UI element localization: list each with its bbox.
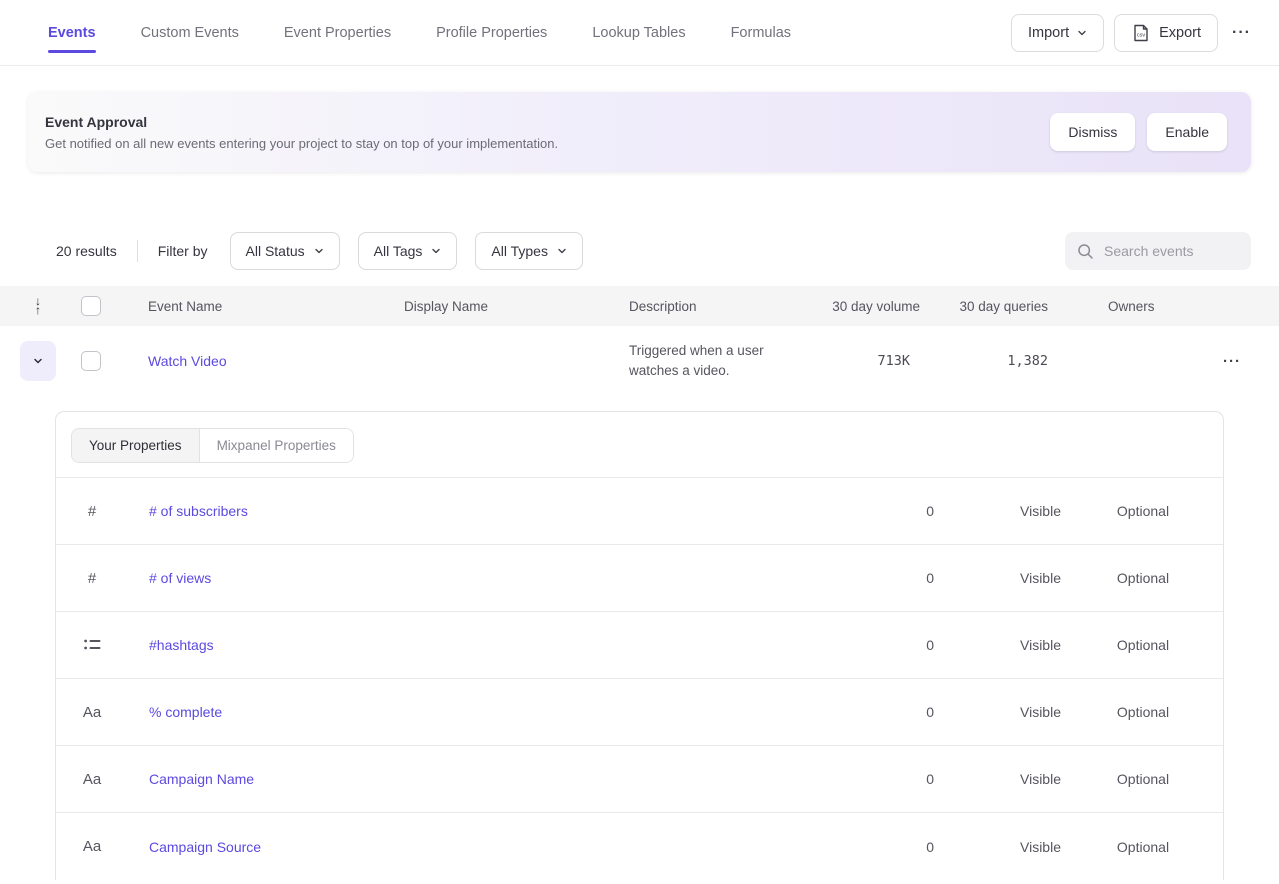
list-type-icon: [84, 638, 101, 653]
import-button-label: Import: [1028, 25, 1069, 41]
tags-filter-label: All Tags: [374, 243, 423, 259]
chevron-down-icon: [314, 246, 324, 256]
property-row: Aa Campaign Source 0 Visible Optional: [56, 813, 1223, 880]
property-visibility: Visible: [953, 637, 1063, 653]
types-filter-dropdown[interactable]: All Types: [475, 232, 583, 270]
event-description: Triggered when a user watches a video.: [629, 341, 797, 381]
property-requirement: Optional: [1063, 503, 1223, 519]
event-30-day-queries: 1,382: [920, 353, 1048, 369]
property-name-link[interactable]: # of views: [128, 570, 853, 586]
property-visibility: Visible: [953, 771, 1063, 787]
events-table-header: ↓↑ Event Name Display Name Description 3…: [0, 286, 1279, 326]
property-volume: 0: [853, 771, 953, 787]
property-visibility: Visible: [953, 503, 1063, 519]
property-row: Aa % complete 0 Visible Optional: [56, 679, 1223, 746]
types-filter-label: All Types: [491, 243, 548, 259]
header-30-day-volume: 30 day volume: [810, 299, 920, 314]
property-visibility: Visible: [953, 839, 1063, 855]
banner-text: Event Approval Get notified on all new e…: [45, 114, 558, 151]
text-type-icon: Aa: [83, 838, 101, 855]
number-type-icon: #: [88, 570, 96, 587]
text-type-icon: Aa: [83, 771, 101, 788]
chevron-down-icon: [1077, 28, 1087, 38]
chevron-down-icon: [557, 246, 567, 256]
tab-lookup-tables[interactable]: Lookup Tables: [592, 0, 685, 65]
svg-text:csv: csv: [1137, 32, 1146, 38]
export-button[interactable]: csv Export: [1114, 14, 1218, 52]
filter-by-label: Filter by: [158, 243, 208, 259]
filter-bar: 20 results Filter by All Status All Tags…: [56, 232, 1251, 270]
property-volume: 0: [853, 839, 953, 855]
property-visibility: Visible: [953, 704, 1063, 720]
property-row: #hashtags 0 Visible Optional: [56, 612, 1223, 679]
property-requirement: Optional: [1063, 839, 1223, 855]
properties-tab-group: Your Properties Mixpanel Properties: [71, 428, 354, 463]
select-all-checkbox[interactable]: [81, 296, 101, 316]
header-description: Description: [629, 299, 810, 314]
property-name-link[interactable]: # of subscribers: [128, 503, 853, 519]
divider: [137, 240, 138, 262]
property-name-link[interactable]: Campaign Name: [128, 771, 853, 787]
status-filter-dropdown[interactable]: All Status: [230, 232, 340, 270]
lexicon-tabs: Events Custom Events Event Properties Pr…: [48, 0, 791, 65]
property-requirement: Optional: [1063, 570, 1223, 586]
property-volume: 0: [853, 637, 953, 653]
property-row: Aa Campaign Name 0 Visible Optional: [56, 746, 1223, 813]
row-overflow-menu-icon[interactable]: ···: [1199, 353, 1279, 370]
number-type-icon: #: [88, 503, 96, 520]
tab-event-properties[interactable]: Event Properties: [284, 0, 391, 65]
banner-title: Event Approval: [45, 114, 558, 130]
search-input[interactable]: [1104, 243, 1234, 259]
tab-formulas[interactable]: Formulas: [731, 0, 791, 65]
tab-your-properties[interactable]: Your Properties: [72, 429, 200, 462]
text-type-icon: Aa: [83, 704, 101, 721]
search-icon: [1077, 243, 1094, 260]
import-button[interactable]: Import: [1011, 14, 1104, 52]
property-name-link[interactable]: Campaign Source: [128, 839, 853, 855]
tab-mixpanel-properties[interactable]: Mixpanel Properties: [200, 429, 353, 462]
results-count: 20 results: [56, 243, 117, 259]
search-events-box[interactable]: [1065, 232, 1251, 270]
header-owners: Owners: [1048, 299, 1199, 314]
tags-filter-dropdown[interactable]: All Tags: [358, 232, 458, 270]
chevron-down-icon: [33, 356, 43, 366]
nav-actions: Import csv Export ···: [1011, 14, 1255, 52]
enable-button[interactable]: Enable: [1147, 113, 1227, 151]
property-requirement: Optional: [1063, 637, 1223, 653]
tab-custom-events[interactable]: Custom Events: [141, 0, 239, 65]
top-navigation: Events Custom Events Event Properties Pr…: [0, 0, 1279, 66]
property-name-link[interactable]: #hashtags: [128, 637, 853, 653]
banner-description: Get notified on all new events entering …: [45, 136, 558, 151]
dismiss-button[interactable]: Dismiss: [1050, 113, 1135, 151]
property-name-link[interactable]: % complete: [128, 704, 853, 720]
tab-profile-properties[interactable]: Profile Properties: [436, 0, 547, 65]
row-checkbox[interactable]: [81, 351, 101, 371]
status-filter-label: All Status: [246, 243, 305, 259]
export-button-label: Export: [1159, 25, 1201, 41]
event-30-day-volume: 713K: [810, 353, 920, 369]
properties-panel: Your Properties Mixpanel Properties # # …: [55, 411, 1224, 880]
banner-actions: Dismiss Enable: [1050, 113, 1227, 151]
header-display-name: Display Name: [404, 299, 629, 314]
event-row-watch-video: Watch Video Triggered when a user watche…: [0, 326, 1279, 396]
property-row: # # of views 0 Visible Optional: [56, 545, 1223, 612]
header-event-name: Event Name: [148, 299, 404, 314]
event-approval-banner: Event Approval Get notified on all new e…: [28, 92, 1251, 172]
property-volume: 0: [853, 704, 953, 720]
chevron-down-icon: [431, 246, 441, 256]
event-name-link[interactable]: Watch Video: [148, 353, 227, 369]
csv-file-icon: csv: [1131, 23, 1151, 43]
header-30-day-queries: 30 day queries: [920, 299, 1048, 314]
property-requirement: Optional: [1063, 704, 1223, 720]
overflow-menu-icon[interactable]: ···: [1228, 18, 1255, 48]
properties-tabs-bar: Your Properties Mixpanel Properties: [56, 412, 1223, 478]
collapse-row-button[interactable]: [20, 341, 56, 381]
property-volume: 0: [853, 570, 953, 586]
property-requirement: Optional: [1063, 771, 1223, 787]
property-visibility: Visible: [953, 570, 1063, 586]
tab-events[interactable]: Events: [48, 0, 96, 65]
property-volume: 0: [853, 503, 953, 519]
property-row: # # of subscribers 0 Visible Optional: [56, 478, 1223, 545]
collapse-all-icon[interactable]: ↓↑: [35, 297, 41, 315]
